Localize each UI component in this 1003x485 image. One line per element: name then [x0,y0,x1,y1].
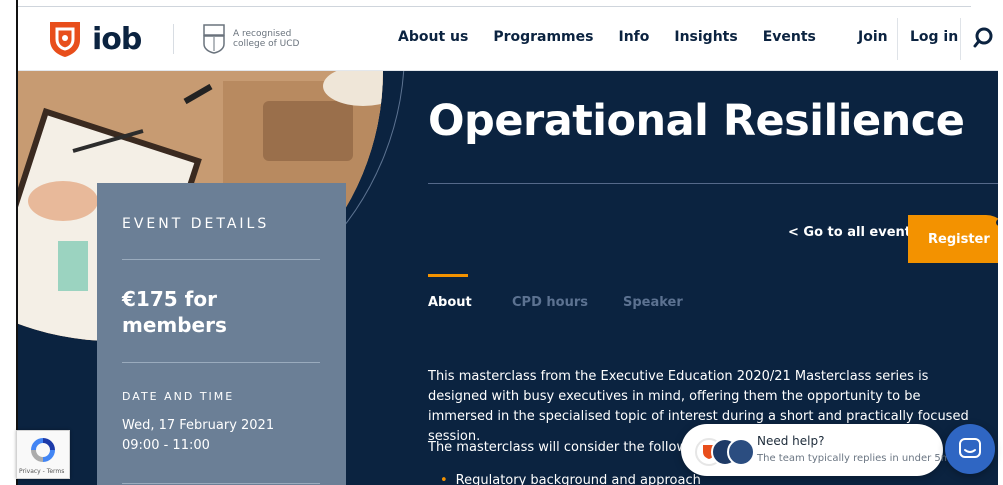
search-icon[interactable] [973,27,995,49]
chat-title: Need help? [757,434,825,448]
nav-events[interactable]: Events [763,29,816,45]
shield-logo-icon [50,22,80,57]
event-details-card: EVENT DETAILS €175 for members DATE AND … [97,183,346,485]
header-divider [173,24,174,54]
event-date: Wed, 17 February 2021 [122,418,275,433]
browser-left-edge [0,0,18,485]
recaptcha-badge[interactable]: Privacy - Terms [16,430,70,479]
avatar [727,438,755,466]
chat-prompt[interactable]: Need help? The team typically replies in… [681,424,951,476]
event-time: 09:00 - 11:00 [122,438,210,453]
iob-logo[interactable]: iob [48,20,142,58]
browser-right-edge [998,0,1003,485]
event-hero: Operational Resilience < Go to all event… [18,71,998,485]
title-divider [428,183,998,184]
header-divider [897,18,898,60]
tab-speaker[interactable]: Speaker [623,295,683,310]
nav-insights[interactable]: Insights [674,29,737,45]
tab-about[interactable]: About [428,295,472,310]
card-divider [122,483,320,484]
ucd-caption: A recognised college of UCD [233,29,300,49]
card-divider [122,259,320,260]
chat-subtitle: The team typically replies in under 5m [757,453,951,464]
nav-info[interactable]: Info [618,29,649,45]
date-time-heading: DATE AND TIME [122,390,235,403]
event-details-heading: EVENT DETAILS [122,216,270,232]
recaptcha-links[interactable]: Privacy - Terms [19,468,64,475]
site-header: iob A recognised college of UCD About us… [18,8,998,71]
ucd-badge[interactable]: A recognised college of UCD [203,24,313,54]
register-notch [996,219,998,226]
page-title: Operational Resilience [428,96,965,146]
register-button[interactable]: Register [908,215,998,263]
header-divider [960,18,961,60]
member-price: €175 for members [122,287,227,337]
main-nav: About us Programmes Info Insights Events [398,29,841,45]
active-tab-indicator [428,274,468,277]
nav-programmes[interactable]: Programmes [493,29,593,45]
topic-label: Regulatory background and approach [455,473,701,485]
tab-cpd-hours[interactable]: CPD hours [512,295,588,310]
chat-launcher-button[interactable] [945,424,995,474]
bullet-dot: • [440,473,448,485]
team-avatars [695,438,755,466]
logo-wordmark: iob [92,21,142,57]
nav-about-us[interactable]: About us [398,29,468,45]
recaptcha-icon [31,438,55,462]
topics-intro: The masterclass will consider the follow… [428,440,691,455]
ucd-crest-icon [203,24,225,54]
chat-bubble-icon [959,438,981,458]
login-link[interactable]: Log in [910,29,958,45]
card-divider [122,362,320,363]
join-link[interactable]: Join [858,29,888,45]
browser-top-edge [0,0,1003,8]
topic-list-item: • Regulatory background and approach [440,473,701,485]
back-to-events-link[interactable]: < Go to all events [788,225,919,240]
